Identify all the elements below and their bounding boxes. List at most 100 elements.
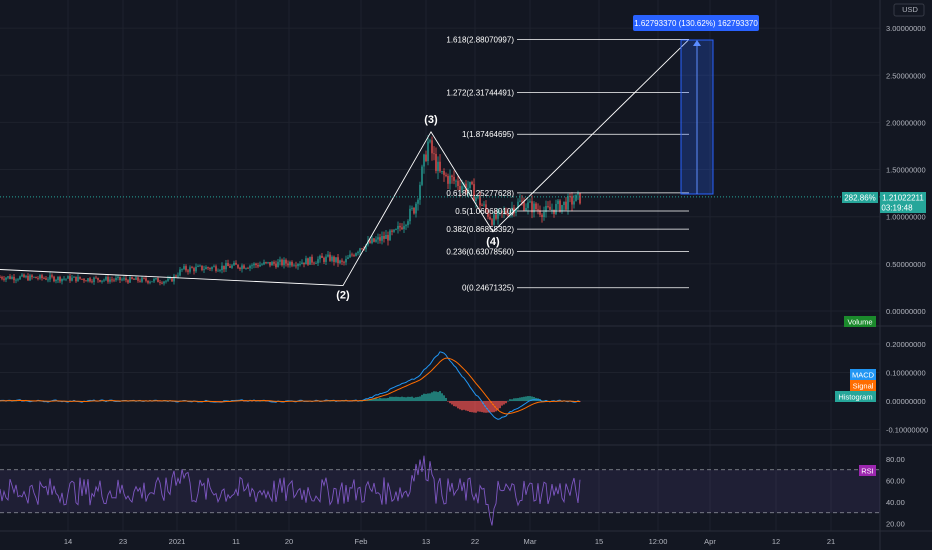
candle-body — [51, 275, 53, 277]
candle-body — [347, 257, 349, 259]
candle-body — [413, 207, 415, 214]
candle-body — [199, 265, 201, 267]
candle-body — [281, 259, 283, 266]
candle-body — [417, 199, 419, 204]
candle-body — [3, 278, 5, 280]
candle-body — [541, 214, 543, 218]
macd-histogram-bar — [385, 398, 387, 401]
fib-level-label: 1.618(2.88070997) — [446, 35, 514, 44]
candle-body — [297, 264, 299, 267]
candle-body — [579, 192, 581, 204]
candle-body — [573, 201, 575, 205]
trading-chart[interactable]: 1.618(2.88070997) 1.272(2.31744491) 1(1.87… — [0, 0, 932, 550]
candle-body — [17, 279, 19, 281]
candle-body — [23, 274, 25, 278]
candle-body — [567, 196, 569, 210]
candle-body — [207, 267, 209, 269]
candle-body — [351, 254, 353, 256]
candle-body — [61, 278, 63, 282]
candle-body — [455, 180, 457, 182]
macd-histogram-bar — [395, 396, 397, 401]
candle-body — [451, 175, 453, 177]
candle-body — [457, 180, 459, 187]
candle-body — [105, 276, 107, 280]
candle-body — [7, 276, 9, 278]
volume-badge[interactable]: Volume — [844, 316, 876, 327]
fib-level-label: 1.272(2.31744491) — [446, 88, 514, 97]
candle-body — [449, 175, 451, 184]
candle-body — [349, 254, 351, 258]
macd-histogram-bar — [471, 401, 473, 413]
candle-body — [59, 276, 61, 282]
candle-body — [163, 281, 165, 284]
candle-body — [193, 268, 195, 272]
candle-body — [335, 257, 337, 262]
candle-body — [99, 280, 101, 282]
macd-histogram-bar — [499, 401, 501, 409]
candle-body — [233, 262, 235, 266]
candle-body — [179, 269, 181, 276]
candle-body — [119, 276, 121, 281]
candle-body — [265, 262, 267, 263]
candle-body — [169, 278, 171, 280]
time-tick-label: 15 — [595, 537, 603, 546]
macd-histogram-bar — [429, 393, 431, 401]
candle-body — [127, 280, 129, 283]
candle-body — [135, 277, 137, 280]
macd-histogram-bar — [435, 391, 437, 401]
candle-body — [427, 141, 429, 162]
rsi-badge[interactable]: RSI — [859, 465, 876, 476]
candle-body — [299, 263, 301, 265]
candle-body — [323, 257, 325, 262]
histogram-badge[interactable]: Histogram — [835, 391, 876, 402]
candle-body — [557, 200, 559, 204]
candle-body — [1, 277, 3, 279]
candle-body — [373, 238, 375, 242]
chart-background — [0, 0, 932, 550]
candle-body — [47, 279, 49, 281]
price-tick-label: 2.00000000 — [886, 118, 926, 127]
candle-body — [269, 262, 271, 266]
macd-histogram-bar — [437, 392, 439, 401]
candle-body — [391, 230, 393, 232]
macd-histogram-bar — [527, 396, 529, 401]
candle-body — [85, 280, 87, 282]
candle-body — [247, 268, 249, 269]
candle-body — [49, 275, 51, 280]
time-tick-label: 22 — [471, 537, 479, 546]
candle-body — [157, 278, 159, 283]
candle-body — [187, 270, 189, 272]
candle-body — [425, 154, 427, 162]
candle-body — [189, 267, 191, 272]
candle-body — [203, 269, 205, 271]
candle-body — [75, 276, 77, 282]
macd-histogram-bar — [419, 396, 421, 401]
candle-body — [143, 277, 145, 279]
candle-body — [285, 259, 287, 264]
candle-body — [213, 266, 215, 268]
candle-body — [181, 268, 183, 270]
macd-histogram-bar — [409, 396, 411, 401]
candle-body — [357, 251, 359, 254]
time-tick-label: 2021 — [169, 537, 186, 546]
candle-body — [103, 279, 105, 281]
candle-body — [73, 276, 75, 278]
macd-badge[interactable]: MACD — [850, 369, 876, 380]
candle-body — [313, 262, 315, 264]
candle-body — [409, 208, 411, 222]
candle-body — [407, 221, 409, 226]
signal-badge[interactable]: Signal — [850, 380, 876, 391]
candle-body — [201, 265, 203, 271]
macd-histogram-bar — [439, 391, 441, 401]
candle-body — [25, 275, 27, 278]
candle-body — [0, 277, 1, 278]
candle-body — [153, 279, 155, 282]
candle-body — [359, 248, 361, 252]
candle-body — [259, 264, 261, 267]
macd-histogram-bar — [445, 397, 447, 401]
macd-histogram-bar — [455, 401, 457, 407]
macd-histogram-bar — [427, 393, 429, 401]
time-tick-label: 20 — [285, 537, 293, 546]
candle-body — [141, 277, 143, 282]
candle-body — [133, 278, 135, 280]
